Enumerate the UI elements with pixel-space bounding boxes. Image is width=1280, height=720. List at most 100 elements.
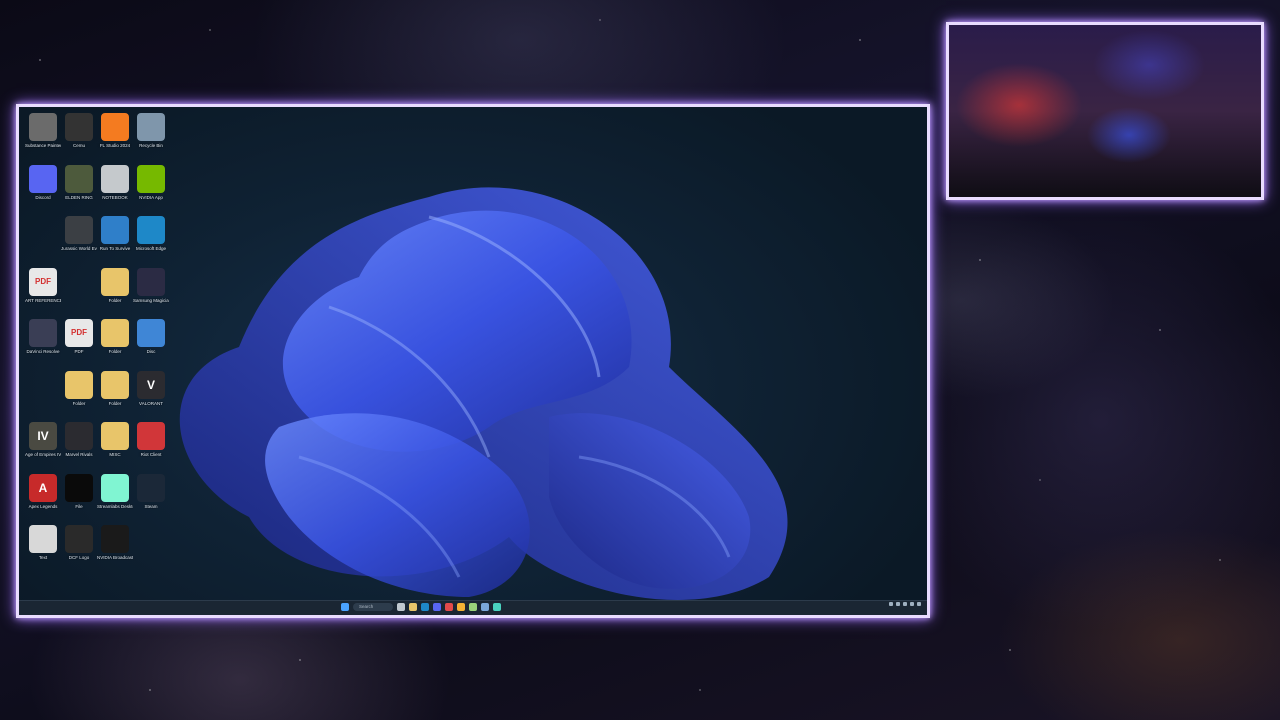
taskbar-app-4[interactable] xyxy=(433,603,441,611)
apex-legends-icon: A xyxy=(29,473,57,502)
desktop-icon-apex-legends[interactable]: A Apex Legends xyxy=(25,473,61,524)
desktop-icon-run-to-survive[interactable]: Run To Survive xyxy=(97,216,133,266)
notification-icon[interactable] xyxy=(917,602,921,606)
recycle-bin-icon xyxy=(137,113,165,141)
desktop-icon-steam[interactable]: Steam xyxy=(133,473,169,524)
nvidia-broadcast-icon xyxy=(101,525,129,553)
desktop-icon-folder-5[interactable]: MISC xyxy=(97,422,133,472)
desktop-icon-dcf-logo[interactable]: DCF Logo xyxy=(61,525,97,575)
windows-bloom-wallpaper xyxy=(179,187,788,600)
desktop-icon-label: Jurassic World Evolution xyxy=(61,246,97,251)
desktop-icon-pdf-document-2[interactable]: PDF PDF xyxy=(61,319,97,369)
folder-icon xyxy=(101,267,129,296)
taskbar-app-7[interactable] xyxy=(469,603,477,611)
tray-volume-icon[interactable] xyxy=(903,602,907,606)
elden-ring-icon xyxy=(65,164,93,193)
desktop-icon-samsung-magician[interactable]: Samsung Magician xyxy=(133,267,169,318)
desktop-icon-substance-painter[interactable]: Substance Painter xyxy=(25,113,61,163)
desktop-icon-label: Folder xyxy=(108,400,122,406)
desktop-icon-label: PDF xyxy=(74,349,84,354)
taskbar-app-9[interactable] xyxy=(493,603,501,611)
desktop-icon-label: VALORANT xyxy=(139,400,163,406)
substance-painter-icon xyxy=(29,113,57,141)
desktop-icon-discord[interactable]: Discord xyxy=(25,164,61,215)
text-document-icon xyxy=(29,525,57,553)
desktop-icon-label: Apex Legends xyxy=(28,503,58,509)
streamlabs-desktop-icon xyxy=(101,473,129,502)
desktop-icon-davinci-resolve[interactable]: DaVinci Resolve xyxy=(25,319,61,369)
desktop-icon-label: FL Studio 2024 xyxy=(99,143,131,148)
desktop-icon-label: Streamlabs Desktop xyxy=(97,503,133,509)
taskbar-search[interactable]: Search xyxy=(353,603,393,611)
desktop-icon-folder-4[interactable]: Folder xyxy=(97,370,133,421)
run-to-survive-icon xyxy=(101,216,129,244)
desktop-icon-folder[interactable]: Folder xyxy=(97,267,133,318)
pdf-document-2-icon: PDF xyxy=(65,319,93,347)
desktop-icon-jurassic-world-evolution[interactable]: Jurassic World Evolution xyxy=(61,216,97,266)
desktop-icon-riot-client[interactable]: Riot Client xyxy=(133,422,169,472)
desktop-icon-valorant[interactable]: V VALORANT xyxy=(133,370,169,421)
desktop-icon-disc-app[interactable]: Disc xyxy=(133,319,169,369)
desktop-icon-recycle-bin[interactable]: Recycle Bin xyxy=(133,113,169,163)
start-button[interactable] xyxy=(341,603,349,611)
desktop-icon-label: File xyxy=(75,503,83,509)
taskbar-app-3[interactable] xyxy=(421,603,429,611)
desktop-icon-document[interactable]: NOTEBOOK xyxy=(97,164,133,215)
taskbar-apps: Search xyxy=(341,603,501,611)
marvel-rivals-icon xyxy=(65,422,93,450)
tray-battery-icon[interactable] xyxy=(910,602,914,606)
nvidia-app-icon xyxy=(137,164,165,193)
riot-client-icon xyxy=(137,422,165,450)
desktop-icon-black-file[interactable]: File xyxy=(61,473,97,524)
desktop-icon-label: Disc xyxy=(146,349,156,354)
folder-5-icon xyxy=(101,422,129,450)
desktop-icon-label: Substance Painter xyxy=(25,143,61,148)
desktop-icon-label: Run To Survive xyxy=(99,246,131,251)
desktop-icon-grid: Substance Painter Cemu FL Studio 2024 Recyc… xyxy=(25,113,175,583)
desktop-icon-label: Folder xyxy=(108,297,122,303)
desktop-icon-microsoft-edge[interactable]: Microsoft Edge xyxy=(133,216,169,266)
desktop-icon-label: Samsung Magician xyxy=(133,297,169,303)
tray-network-icon[interactable] xyxy=(896,602,900,606)
desktop-icon-elden-ring[interactable]: ELDEN RING xyxy=(61,164,97,215)
desktop-icon-label: NVIDIA Broadcast xyxy=(97,555,133,560)
desktop-icon-label: Age of Empires IV xyxy=(25,452,61,457)
fl-studio-icon xyxy=(101,113,129,141)
desktop-icon-label: Folder xyxy=(108,349,122,354)
desktop-icon-age-of-empires-iv[interactable]: IV Age of Empires IV xyxy=(25,422,61,472)
taskbar-app-5[interactable] xyxy=(445,603,453,611)
steam-icon xyxy=(137,473,165,502)
taskbar-app-8[interactable] xyxy=(481,603,489,611)
cemu-icon xyxy=(65,113,93,141)
webcam-feed xyxy=(949,25,1261,197)
desktop-icon-nvidia-broadcast[interactable]: NVIDIA Broadcast xyxy=(97,525,133,575)
taskbar-app-6[interactable] xyxy=(457,603,465,611)
desktop-icon-folder-3[interactable]: Folder xyxy=(61,370,97,421)
desktop-icon-folder-2[interactable]: Folder xyxy=(97,319,133,369)
microsoft-edge-icon xyxy=(137,216,165,244)
desktop-icon-fl-studio[interactable]: FL Studio 2024 xyxy=(97,113,133,163)
folder-2-icon xyxy=(101,319,129,347)
desktop-icon-pdf-document[interactable]: PDF ART REFERENCE xyxy=(25,267,61,318)
desktop-wallpaper: Substance Painter Cemu FL Studio 2024 Recyc… xyxy=(19,107,927,615)
desktop-icon-cemu[interactable]: Cemu xyxy=(61,113,97,163)
taskbar: Search xyxy=(19,600,927,615)
desktop-icon-label: Discord xyxy=(35,194,51,200)
desktop-icon-label: Riot Client xyxy=(140,452,162,457)
desktop-icon-label: NVIDIA App xyxy=(139,194,163,200)
desktop-icon-text-document[interactable]: Text xyxy=(25,525,61,575)
age-of-empires-iv-icon: IV xyxy=(29,422,57,450)
desktop-icon-nvidia-app[interactable]: NVIDIA App xyxy=(133,164,169,215)
taskbar-app-1[interactable] xyxy=(397,603,405,611)
taskbar-app-2[interactable] xyxy=(409,603,417,611)
desktop-icon-label: ART REFERENCE xyxy=(25,297,61,303)
tray-chevron-icon[interactable] xyxy=(889,602,893,606)
disc-app-icon xyxy=(137,319,165,347)
desktop-icon-label: NOTEBOOK xyxy=(102,194,128,200)
folder-3-icon xyxy=(65,370,93,399)
desktop-icon-streamlabs-desktop[interactable]: Streamlabs Desktop xyxy=(97,473,133,524)
desktop-icon-marvel-rivals[interactable]: Marvel Rivals xyxy=(61,422,97,472)
desktop-icon-label: Cemu xyxy=(72,143,85,148)
jurassic-world-evolution-icon xyxy=(65,216,93,244)
samsung-magician-icon xyxy=(137,267,165,296)
